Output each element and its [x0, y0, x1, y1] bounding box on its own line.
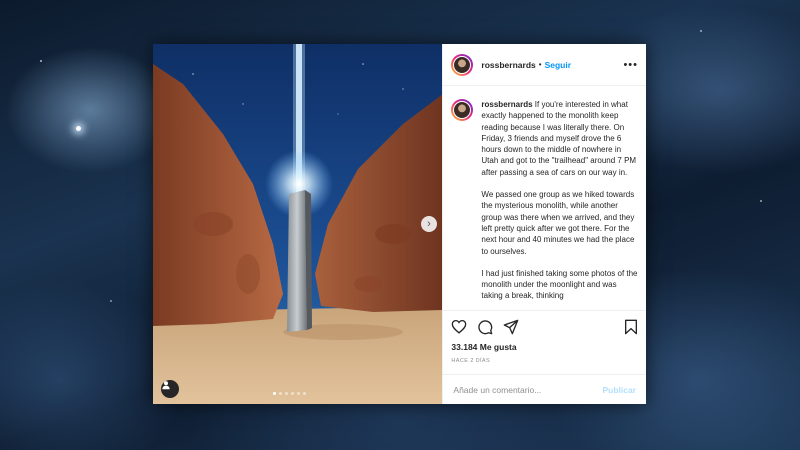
comment-bar: Añade un comentario... Publicar — [443, 374, 646, 404]
action-bar — [443, 310, 646, 342]
background-star — [700, 30, 702, 32]
chevron-right-icon: › — [427, 217, 431, 230]
caption-section: rossbernards If you're interested in wha… — [443, 86, 646, 310]
post-sidebar: rossbernards • Seguir ••• rossbernards I… — [442, 44, 646, 404]
post-image: › — [153, 44, 443, 404]
likes-count[interactable]: 33.184 Me gusta — [443, 342, 646, 356]
carousel-dot — [297, 392, 300, 395]
carousel-dot — [273, 392, 276, 395]
background-star — [110, 300, 112, 302]
comment-input[interactable]: Añade un comentario... — [453, 385, 541, 395]
post-timestamp: HACE 2 DÍAS — [451, 358, 491, 364]
username-link[interactable]: rossbernards — [481, 60, 535, 70]
caption-paragraph: We passed one group as we hiked towards … — [481, 190, 635, 256]
carousel-dot — [279, 392, 282, 395]
caption-paragraph: rossbernards If you're interested in wha… — [481, 99, 638, 178]
carousel-dot — [285, 392, 288, 395]
carousel-dot — [303, 392, 306, 395]
monolith-photo — [153, 44, 443, 404]
publish-button[interactable]: Publicar — [602, 385, 636, 395]
heart-icon[interactable] — [451, 319, 467, 334]
post-header: rossbernards • Seguir ••• — [443, 44, 646, 86]
carousel-dot — [291, 392, 294, 395]
more-icon[interactable]: ••• — [623, 59, 638, 71]
avatar[interactable] — [451, 53, 474, 76]
bookmark-icon[interactable] — [624, 319, 638, 335]
background-star — [76, 126, 81, 131]
user-icon — [162, 381, 170, 390]
comment-icon[interactable] — [477, 319, 493, 335]
caption-text: rossbernards If you're interested in wha… — [481, 99, 638, 310]
background-star — [760, 200, 762, 202]
caption-avatar[interactable] — [451, 99, 474, 121]
follow-button[interactable]: Seguir — [545, 60, 571, 70]
separator-dot: • — [538, 60, 542, 69]
carousel-indicator — [273, 392, 306, 395]
tagged-users-button[interactable] — [161, 380, 179, 398]
caption-paragraph: I had just finished taking some photos o… — [481, 268, 638, 301]
next-image-button[interactable]: › — [421, 216, 437, 232]
caption-paragraph-text: If you're interested in what exactly hap… — [481, 100, 637, 177]
share-icon[interactable] — [503, 319, 519, 335]
instagram-post: › rossbernards • Seguir ••• rossbernards… — [153, 44, 646, 404]
caption-username[interactable]: rossbernards — [481, 100, 532, 109]
background-star — [40, 60, 42, 62]
